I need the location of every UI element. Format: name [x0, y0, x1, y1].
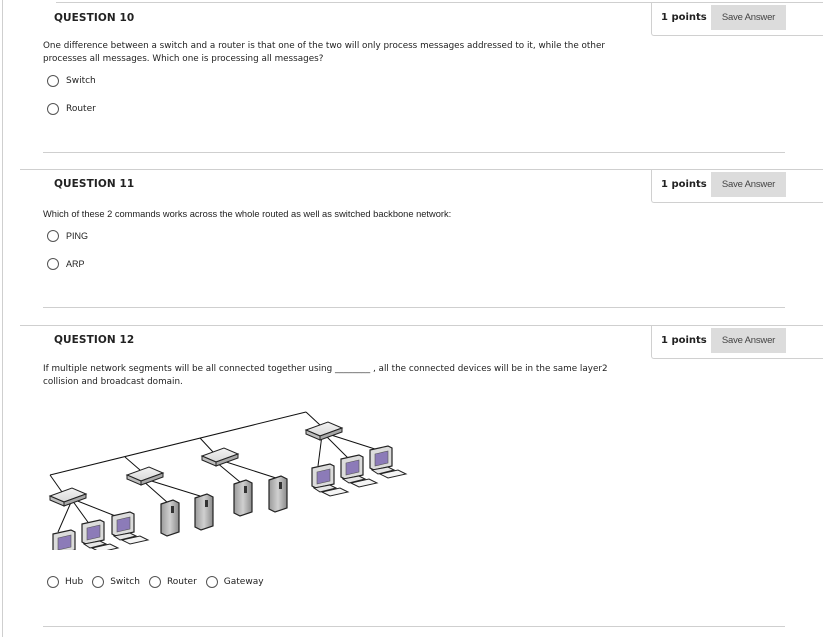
- answer-option-switch[interactable]: Switch: [47, 75, 96, 87]
- points-panel: 1 points Save Answer: [651, 2, 823, 36]
- server-icon: [194, 493, 214, 531]
- answer-option-hub[interactable]: Hub: [47, 576, 83, 588]
- network-link: [144, 478, 201, 497]
- option-label: PING: [66, 231, 89, 241]
- radio-button[interactable]: [47, 103, 59, 115]
- radio-button[interactable]: [148, 576, 161, 588]
- answer-option-arp[interactable]: ARP: [47, 258, 85, 270]
- answer-option-ping[interactable]: PING: [47, 230, 88, 242]
- answer-options: Hub Switch Router Gateway: [47, 576, 273, 588]
- page-left-border: [2, 0, 3, 637]
- network-link: [305, 411, 321, 426]
- network-link: [219, 459, 277, 479]
- radio-button[interactable]: [205, 576, 218, 588]
- network-link: [71, 499, 91, 526]
- option-label: Router: [66, 104, 96, 114]
- network-link: [327, 433, 379, 451]
- question-text: If multiple network segments will be all…: [43, 364, 608, 387]
- backbone-link: [49, 411, 307, 476]
- points-panel: 1 points Save Answer: [651, 325, 823, 359]
- hub-icon: [201, 447, 239, 467]
- question-title: QUESTION 11: [54, 178, 135, 190]
- question-text: Which of these 2 commands works across t…: [43, 209, 452, 219]
- radio-button[interactable]: [47, 75, 59, 87]
- option-label: Switch: [66, 76, 96, 86]
- question-bottom-divider: [43, 152, 785, 153]
- hub-icon: [126, 466, 164, 486]
- computer-icon: [369, 445, 407, 479]
- answer-option-switch[interactable]: Switch: [92, 576, 140, 588]
- network-link: [49, 474, 63, 493]
- points-panel: 1 points Save Answer: [651, 169, 823, 203]
- points-label: 1 points: [661, 179, 707, 190]
- server-icon: [268, 475, 288, 513]
- option-label: ARP: [66, 259, 85, 269]
- radio-button[interactable]: [47, 230, 59, 242]
- answer-option-router[interactable]: Router: [148, 576, 197, 588]
- question-title: QUESTION 12: [54, 334, 135, 346]
- network-link: [324, 434, 349, 459]
- option-label: Switch: [110, 577, 140, 587]
- save-answer-button[interactable]: Save Answer: [711, 5, 786, 30]
- points-label: 1 points: [661, 12, 707, 23]
- network-link: [74, 499, 119, 518]
- save-answer-button[interactable]: Save Answer: [711, 172, 786, 197]
- answer-option-router[interactable]: Router: [47, 103, 96, 115]
- question-bottom-divider: [43, 626, 785, 627]
- option-label: Hub: [65, 577, 84, 587]
- server-icon: [160, 499, 180, 537]
- computer-icon: [111, 511, 149, 545]
- points-label: 1 points: [661, 335, 707, 346]
- radio-button[interactable]: [47, 576, 59, 588]
- network-link: [199, 437, 214, 453]
- question-text: One difference between a switch and a ro…: [43, 41, 605, 64]
- hub-icon: [49, 487, 87, 507]
- radio-button[interactable]: [92, 576, 105, 588]
- network-link: [124, 456, 141, 471]
- save-answer-button[interactable]: Save Answer: [711, 328, 786, 353]
- server-icon: [233, 479, 253, 517]
- question-title: QUESTION 10: [54, 12, 135, 24]
- hub-icon: [305, 421, 343, 441]
- answer-option-gateway[interactable]: Gateway: [205, 576, 264, 588]
- option-label: Gateway: [223, 577, 264, 587]
- radio-button[interactable]: [47, 258, 59, 270]
- question-bottom-divider: [43, 307, 785, 308]
- option-label: Router: [166, 577, 197, 587]
- network-topology-diagram: [49, 411, 407, 550]
